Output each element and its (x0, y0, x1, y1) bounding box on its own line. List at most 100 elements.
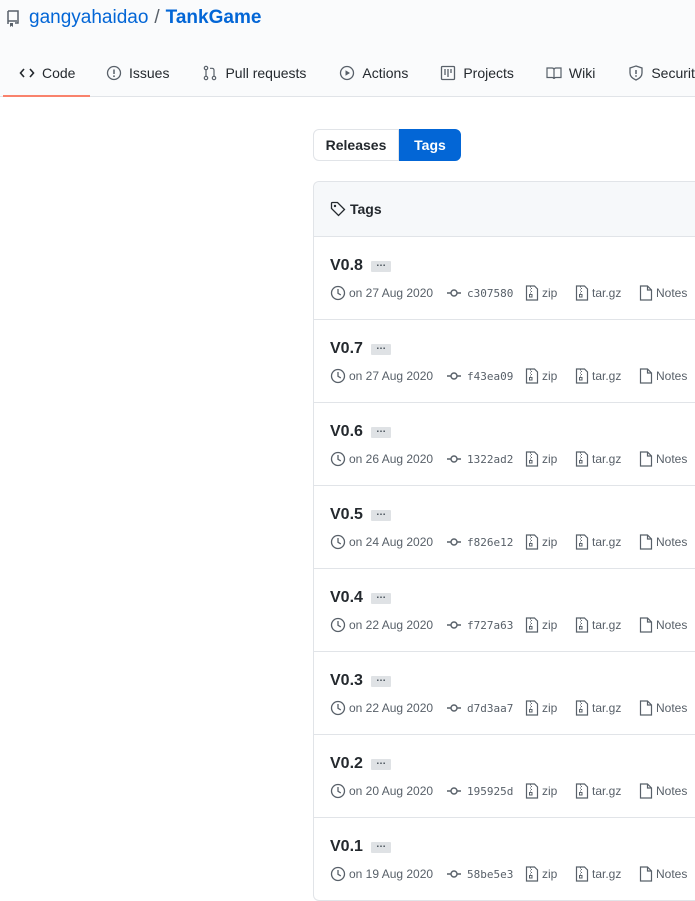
tag-message-expander[interactable]: … (371, 757, 391, 770)
tag-meta: on 22 Aug 2020 f727a63 zip tar.gz Notes (330, 615, 687, 635)
targz-download-link[interactable]: tar.gz (575, 617, 635, 633)
tag-list: V0.8 … on 27 Aug 2020 c307580 zip tar.gz… (314, 237, 695, 901)
tag-message-expander[interactable]: … (371, 674, 391, 687)
zip-download-link[interactable]: zip (525, 617, 571, 633)
tab-security-label: Security (651, 65, 695, 81)
file-zip-icon (525, 451, 539, 467)
tab-actions[interactable]: Actions (339, 50, 408, 96)
notes-link[interactable]: Notes (639, 534, 687, 550)
releases-button[interactable]: Releases (313, 129, 399, 161)
targz-label: tar.gz (592, 784, 622, 798)
file-zip-icon (575, 700, 589, 716)
commit-sha-link[interactable]: f727a63 (467, 619, 521, 632)
tab-projects[interactable]: Projects (440, 50, 514, 96)
tab-issues[interactable]: Issues (106, 50, 169, 96)
tag-name-link[interactable]: V0.2 (330, 755, 363, 773)
targz-download-link[interactable]: tar.gz (575, 534, 635, 550)
file-zip-icon (575, 534, 589, 550)
zip-download-link[interactable]: zip (525, 700, 571, 716)
issue-icon (106, 65, 122, 81)
zip-download-link[interactable]: zip (525, 534, 571, 550)
file-icon (639, 617, 653, 633)
tag-message-expander[interactable]: … (371, 591, 391, 604)
targz-label: tar.gz (592, 286, 622, 300)
clock-icon (330, 451, 346, 467)
commit-sha-link[interactable]: 195925d (467, 785, 521, 798)
commit-icon (447, 704, 461, 712)
tag-name-link[interactable]: V0.5 (330, 506, 363, 524)
targz-label: tar.gz (592, 701, 622, 715)
targz-download-link[interactable]: tar.gz (575, 700, 635, 716)
clock-icon (330, 783, 346, 799)
commit-sha-link[interactable]: c307580 (467, 287, 521, 300)
zip-label: zip (542, 784, 558, 798)
zip-download-link[interactable]: zip (525, 783, 571, 799)
tag-name-link[interactable]: V0.6 (330, 423, 363, 441)
targz-download-link[interactable]: tar.gz (575, 451, 635, 467)
notes-link[interactable]: Notes (639, 617, 687, 633)
commit-sha-link[interactable]: f43ea09 (467, 370, 521, 383)
commit-sha-link[interactable]: d7d3aa7 (467, 702, 521, 715)
file-zip-icon (525, 534, 539, 550)
targz-download-link[interactable]: tar.gz (575, 866, 635, 882)
tag-name-link[interactable]: V0.1 (330, 838, 363, 856)
repo-header: gangyahaidao / TankGame Code Issues Pull… (0, 0, 695, 97)
tag-message-expander[interactable]: … (371, 342, 391, 355)
tab-code[interactable]: Code (0, 50, 90, 97)
tag-row: V0.1 … on 19 Aug 2020 58be5e3 zip tar.gz… (314, 818, 695, 901)
tags-box: Tags V0.8 … on 27 Aug 2020 c307580 zip t… (313, 181, 695, 901)
repo-owner-link[interactable]: gangyahaidao (29, 7, 148, 29)
clock-icon (330, 285, 346, 301)
tag-date: on 22 Aug 2020 (349, 618, 434, 632)
targz-download-link[interactable]: tar.gz (575, 368, 635, 384)
zip-download-link[interactable]: zip (525, 285, 571, 301)
repo-title: gangyahaidao / TankGame (5, 6, 261, 30)
commit-sha-link[interactable]: 58be5e3 (467, 868, 521, 881)
tab-security[interactable]: Security (628, 50, 695, 96)
zip-download-link[interactable]: zip (525, 451, 571, 467)
tag-message-expander[interactable]: … (371, 840, 391, 853)
commit-sha-link[interactable]: 1322ad2 (467, 453, 521, 466)
tag-name-link[interactable]: V0.4 (330, 589, 363, 607)
tag-message-expander[interactable]: … (371, 508, 391, 521)
tab-actions-label: Actions (362, 65, 409, 81)
tab-pull-requests[interactable]: Pull requests (202, 50, 306, 96)
tag-date: on 27 Aug 2020 (349, 286, 434, 300)
tags-box-title: Tags (350, 201, 382, 217)
tag-message-expander[interactable]: … (371, 425, 391, 438)
tag-meta: on 27 Aug 2020 f43ea09 zip tar.gz Notes (330, 366, 687, 386)
tag-name-link[interactable]: V0.8 (330, 257, 363, 275)
zip-download-link[interactable]: zip (525, 866, 571, 882)
notes-link[interactable]: Notes (639, 866, 687, 882)
notes-link[interactable]: Notes (639, 285, 687, 301)
tab-projects-label: Projects (463, 65, 514, 81)
repo-name-link[interactable]: TankGame (166, 7, 262, 29)
tag-name-link[interactable]: V0.7 (330, 340, 363, 358)
tag-message-expander[interactable]: … (371, 259, 391, 272)
tab-issues-label: Issues (129, 65, 170, 81)
pull-request-icon (204, 65, 217, 81)
tab-wiki-label: Wiki (568, 65, 596, 81)
notes-link[interactable]: Notes (639, 783, 687, 799)
tag-name-link[interactable]: V0.3 (330, 672, 363, 690)
commit-icon (447, 538, 461, 546)
tags-button[interactable]: Tags (399, 129, 461, 161)
tab-wiki[interactable]: Wiki (546, 50, 595, 96)
file-zip-icon (525, 617, 539, 633)
notes-link[interactable]: Notes (639, 368, 687, 384)
targz-label: tar.gz (592, 369, 622, 383)
zip-download-link[interactable]: zip (525, 368, 571, 384)
targz-download-link[interactable]: tar.gz (575, 285, 635, 301)
notes-link[interactable]: Notes (639, 451, 687, 467)
clock-icon (330, 368, 346, 384)
tag-date: on 20 Aug 2020 (349, 784, 434, 798)
notes-link[interactable]: Notes (639, 700, 687, 716)
tag-date: on 27 Aug 2020 (349, 369, 434, 383)
commit-sha-link[interactable]: f826e12 (467, 536, 521, 549)
targz-download-link[interactable]: tar.gz (575, 783, 635, 799)
notes-label: Notes (656, 784, 688, 798)
zip-label: zip (542, 867, 558, 881)
shield-icon (629, 65, 643, 81)
clock-icon (330, 617, 346, 633)
tab-pull-requests-label: Pull requests (225, 65, 307, 81)
